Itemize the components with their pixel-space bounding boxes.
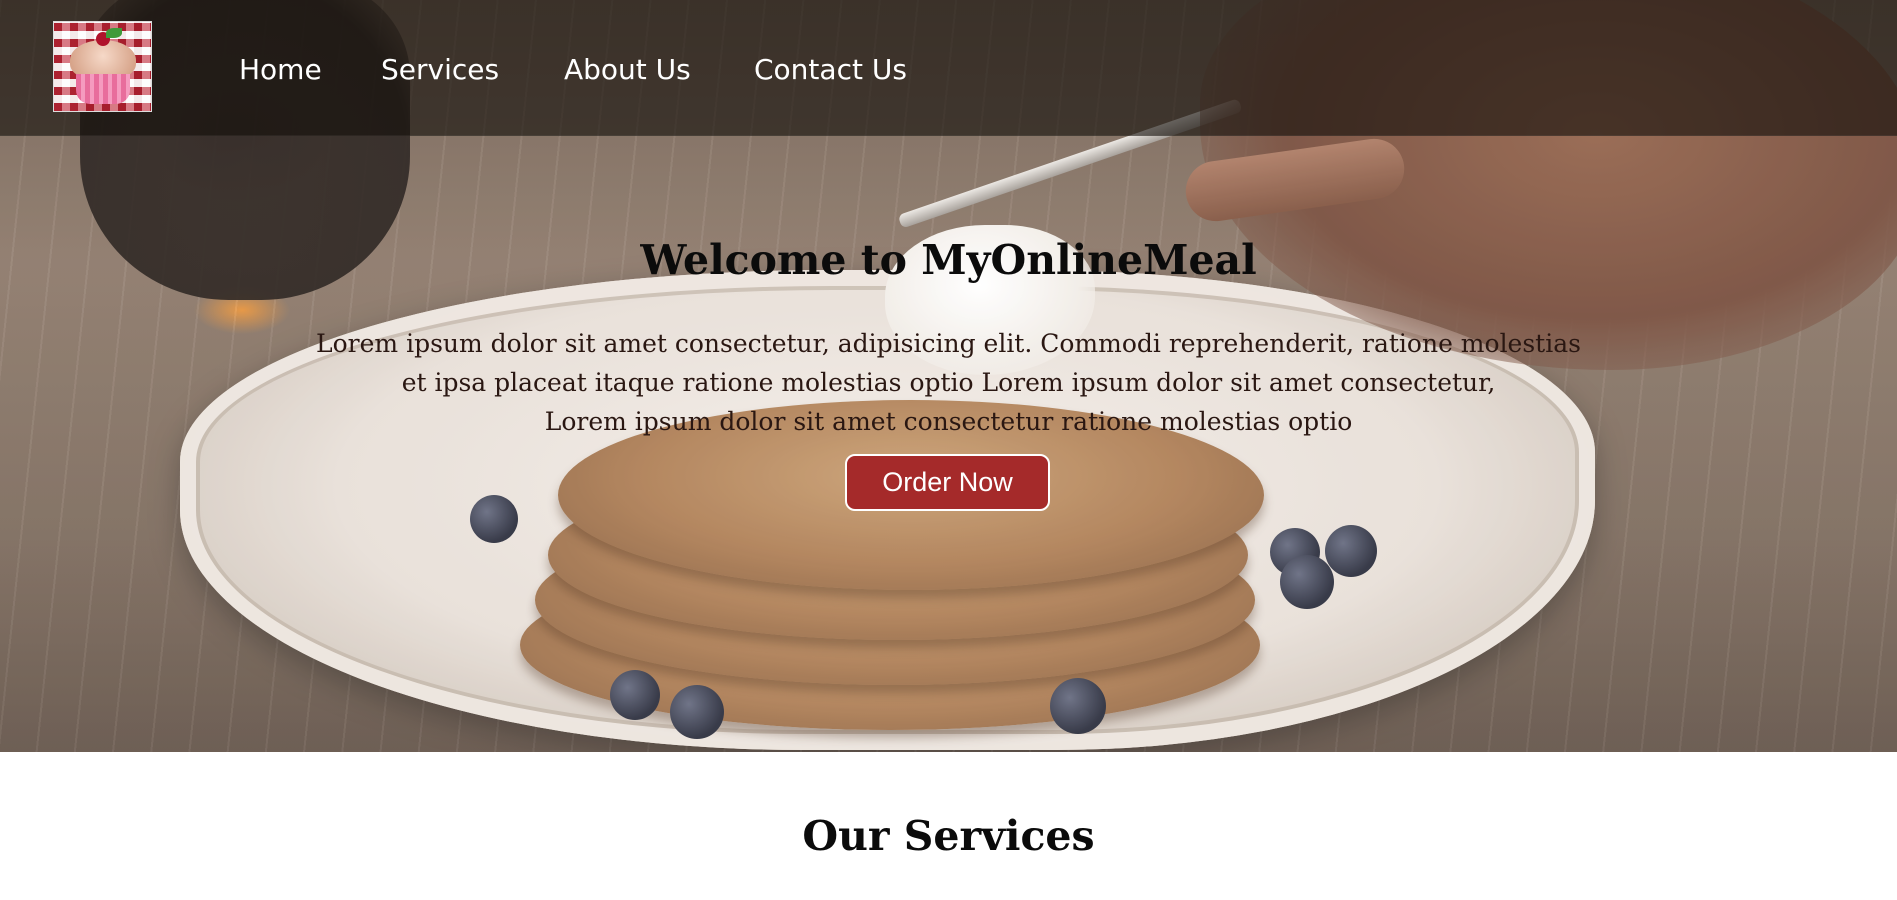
hero-description-line: Lorem ipsum dolor sit amet consectetur, … (316, 329, 1581, 358)
nav-link-home[interactable]: Home (239, 50, 322, 90)
hero-description-line: Lorem ipsum dolor sit amet consectetur r… (544, 407, 1353, 436)
cupcake-icon (76, 74, 130, 104)
services-section-title: Our Services (802, 812, 1095, 860)
hero-description: Lorem ipsum dolor sit amet consectetur, … (290, 324, 1607, 441)
leaf-icon (106, 28, 122, 38)
navbar: Home Services About Us Contact Us (0, 0, 1897, 136)
hero-title: Welcome to MyOnlineMeal (640, 236, 1257, 284)
nav-link-about-us[interactable]: About Us (564, 50, 691, 90)
nav-link-contact-us[interactable]: Contact Us (754, 50, 907, 90)
hero-description-line: et ipsa placeat itaque ratione molestias… (401, 368, 1496, 397)
nav-link-services[interactable]: Services (381, 50, 499, 90)
logo-icon[interactable] (53, 21, 152, 112)
order-now-button[interactable]: Order Now (845, 454, 1050, 511)
